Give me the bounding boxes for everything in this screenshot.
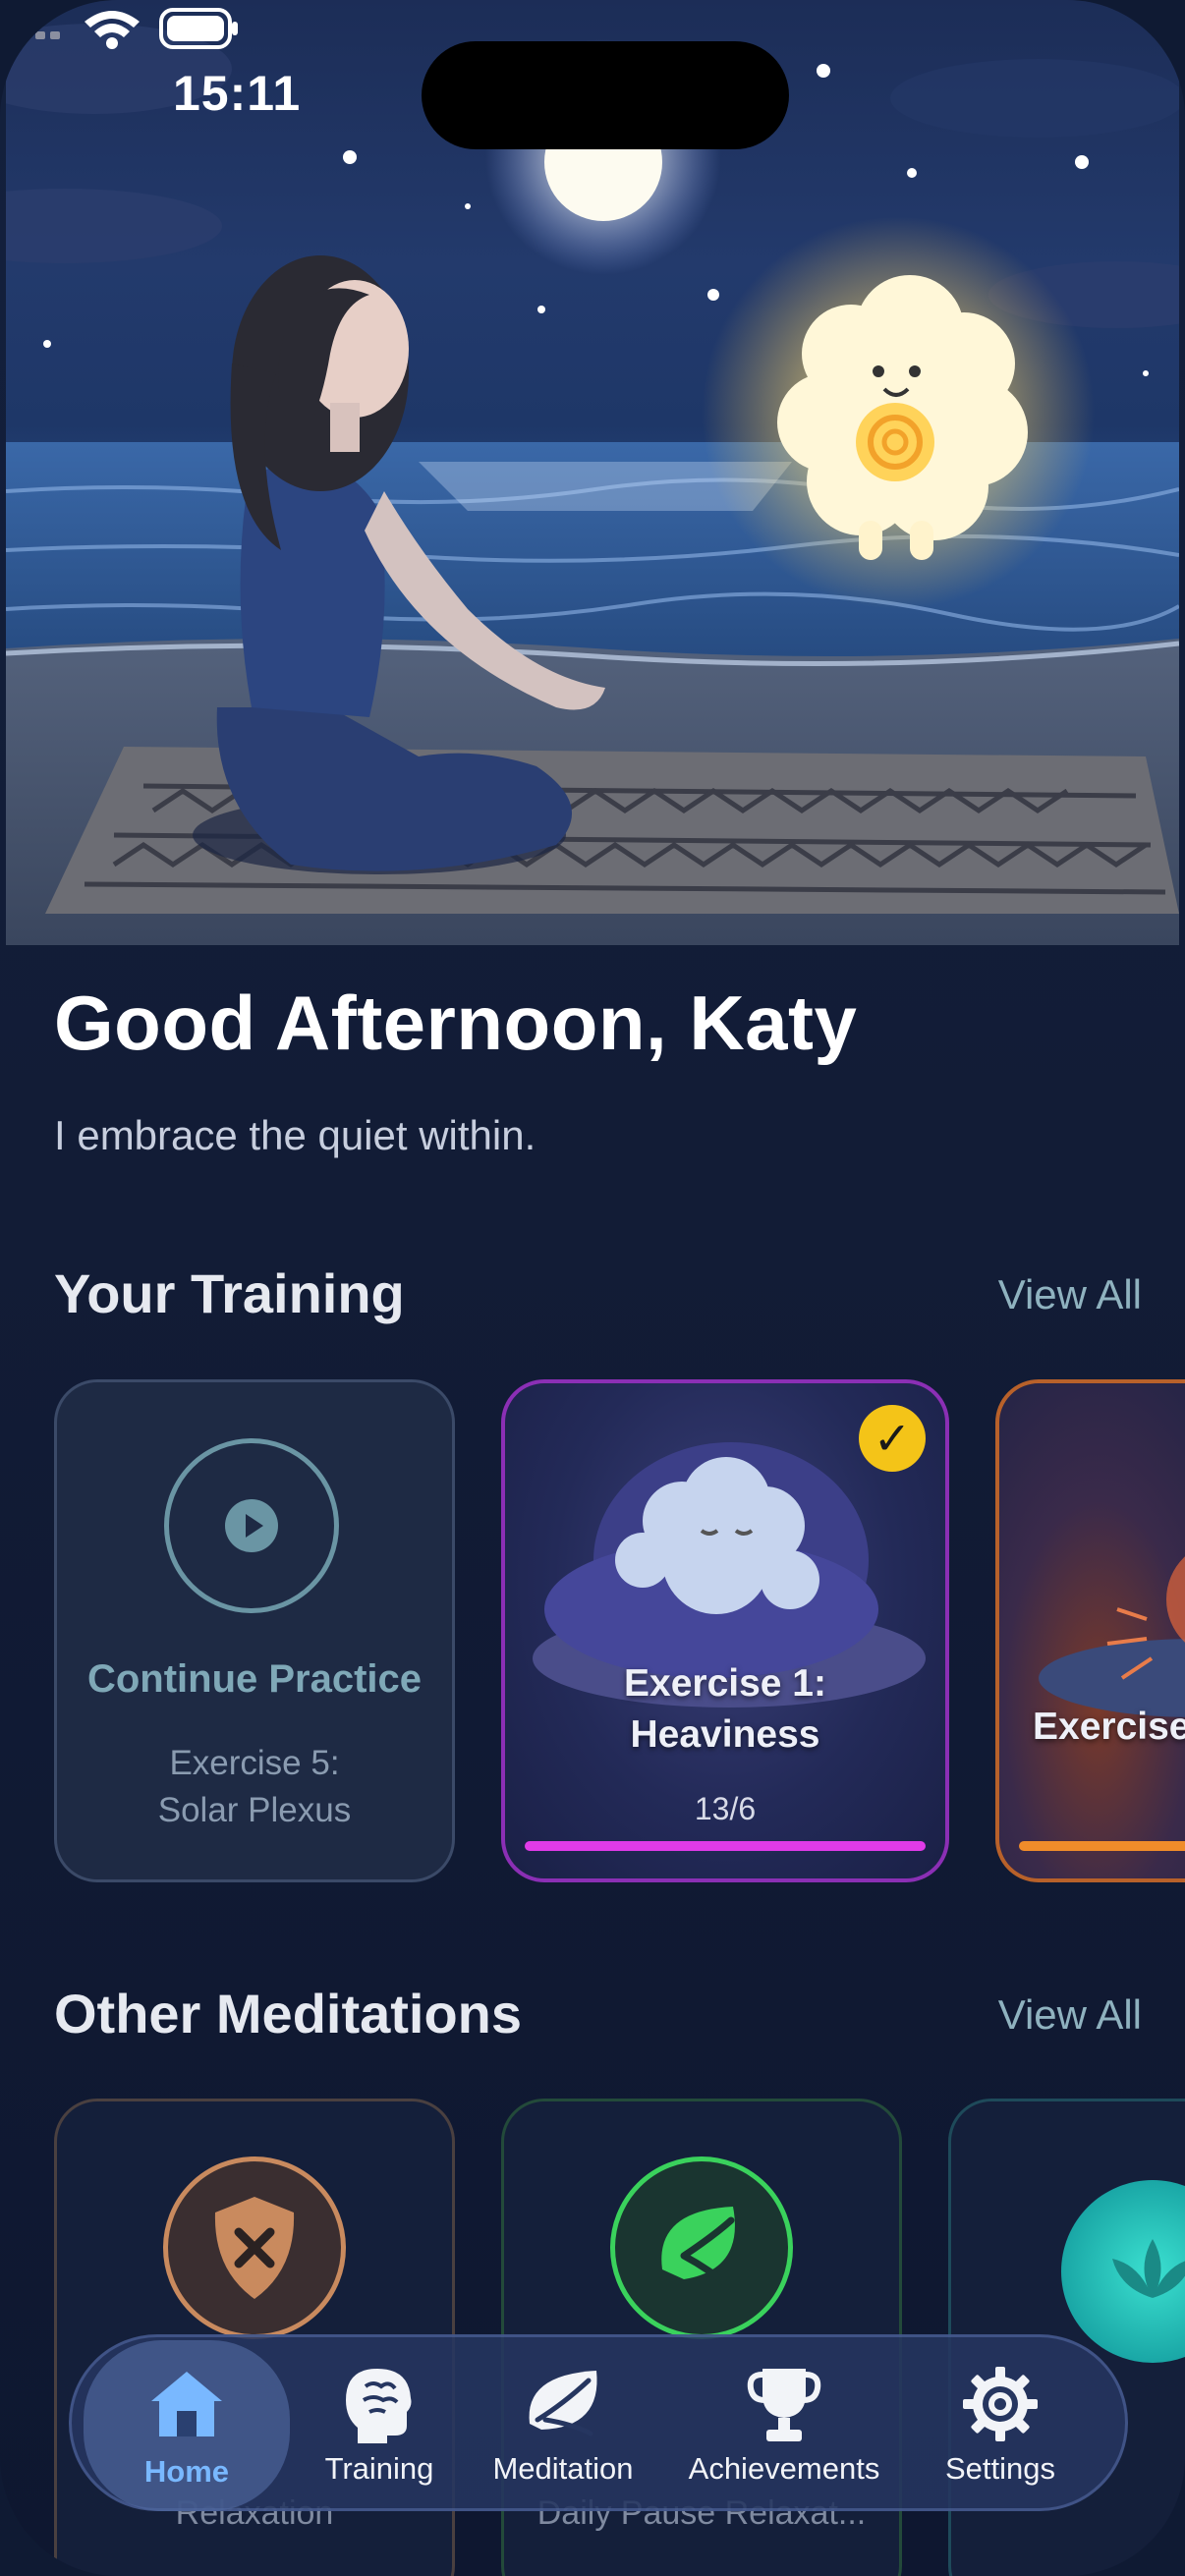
- training-section-title: Your Training: [54, 1262, 405, 1324]
- leaf-icon: [610, 2156, 793, 2339]
- continue-practice-label: Continue Practice: [86, 1657, 423, 1701]
- cellular-signal-icon: [6, 31, 60, 39]
- status-indicators: [6, 8, 238, 49]
- continue-practice-card[interactable]: Continue Practice Exercise 5: Solar Plex…: [54, 1379, 455, 1882]
- continue-exercise-line2: Solar Plexus: [157, 1791, 352, 1829]
- trophy-icon: [747, 2369, 821, 2441]
- wifi-icon: [85, 11, 140, 49]
- tab-home[interactable]: Home: [84, 2340, 290, 2511]
- meditations-view-all-link[interactable]: View All: [998, 1991, 1142, 2039]
- continue-exercise-line1: Exercise 5:: [169, 1744, 340, 1782]
- home-screen: 15:11 Good Afternoon, Katy I embrace the…: [0, 0, 1185, 2576]
- exercise-title-line1: Exercise 1:: [624, 1662, 826, 1705]
- affirmation-text: I embrace the quiet within.: [54, 1112, 536, 1158]
- tab-label: Training: [324, 2451, 434, 2486]
- training-view-all-link[interactable]: View All: [998, 1271, 1142, 1318]
- exercise-title: Exercise: [1033, 1706, 1185, 1748]
- exercise-card-heaviness[interactable]: ✓ Exercise 1: Heaviness 13/6: [501, 1379, 949, 1882]
- tab-meditation[interactable]: Meditation: [470, 2337, 656, 2508]
- battery-icon: [159, 8, 238, 49]
- exercise-card-next[interactable]: Exercise: [995, 1379, 1185, 1882]
- dynamic-island: [422, 41, 789, 149]
- tab-label: Meditation: [492, 2451, 634, 2486]
- exercise-progress-bar: [525, 1841, 926, 1851]
- meditations-section-title: Other Meditations: [54, 1983, 523, 2044]
- gear-icon: [963, 2367, 1038, 2441]
- home-icon: [151, 2372, 222, 2436]
- play-icon: [225, 1499, 278, 1552]
- play-button[interactable]: [164, 1438, 339, 1613]
- continue-exercise-name: Exercise 5: Solar Plexus: [57, 1740, 452, 1834]
- bottom-tab-bar: Home Training Meditation Achievements Se…: [69, 2334, 1128, 2511]
- shield-x-icon: [163, 2156, 346, 2339]
- tab-label: Home: [143, 2454, 230, 2489]
- tab-label: Achievements: [688, 2451, 880, 2486]
- leaf-icon: [529, 2371, 597, 2436]
- tab-settings[interactable]: Settings: [912, 2337, 1089, 2508]
- exercise-progress-text: 13/6: [694, 1791, 757, 1826]
- lotus-icon: [1061, 2180, 1185, 2363]
- completed-check-icon: ✓: [859, 1405, 926, 1472]
- tab-achievements[interactable]: Achievements: [661, 2337, 907, 2508]
- exercise-title: Exercise 1: Heaviness: [505, 1658, 945, 1761]
- greeting-title: Good Afternoon, Katy: [54, 980, 858, 1066]
- hero-illustration: 15:11: [6, 0, 1179, 945]
- exercise-progress-bar: [1019, 1841, 1185, 1851]
- exercise-title-line2: Heaviness: [630, 1713, 820, 1756]
- tab-training[interactable]: Training: [296, 2337, 463, 2508]
- status-time: 15:11: [173, 66, 302, 121]
- tab-label: Settings: [944, 2451, 1055, 2486]
- brain-head-icon: [346, 2369, 412, 2443]
